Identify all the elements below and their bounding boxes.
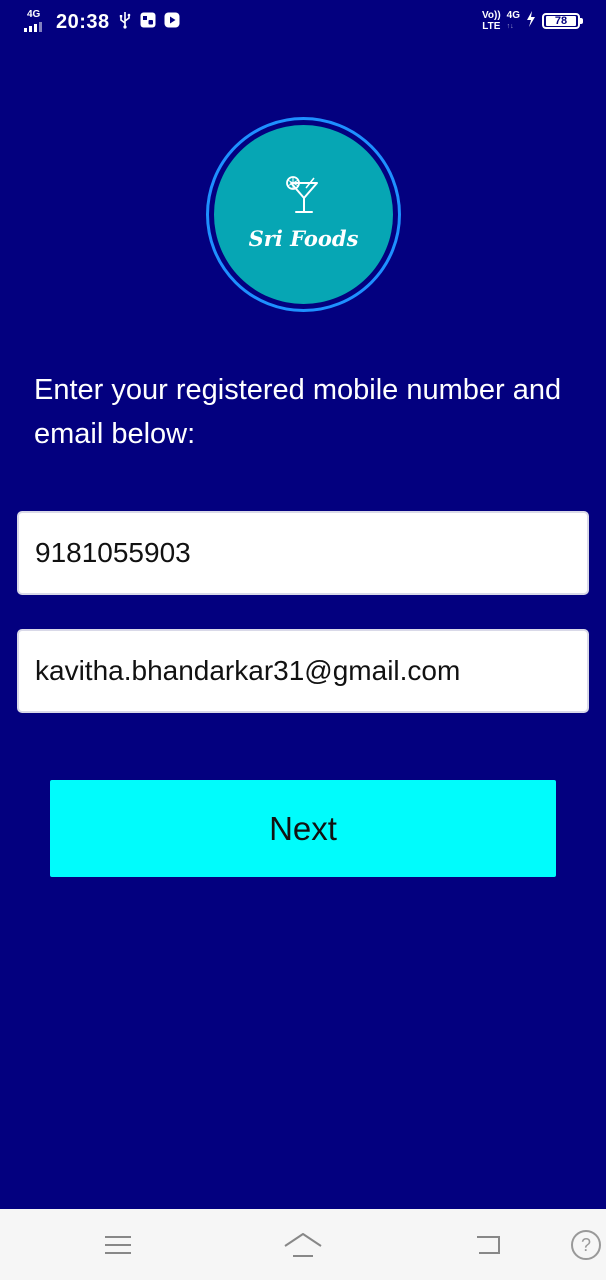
- network-type: 4G: [27, 9, 41, 20]
- battery-icon: 78: [542, 13, 583, 29]
- email-field[interactable]: [17, 629, 589, 713]
- home-icon[interactable]: [283, 1225, 323, 1265]
- data-indicator: 4G ↑↓: [506, 10, 520, 30]
- battery-level: 78: [546, 16, 576, 27]
- menu-icon[interactable]: [98, 1225, 138, 1265]
- brand-name: Sri Foods: [248, 226, 359, 251]
- screen: 4G 20:38 Vo)) LTE 4G ↑↓ 78 Sri Foods Ent…: [0, 0, 606, 1280]
- charging-icon: [526, 10, 536, 32]
- app-notification-icon: [140, 12, 156, 33]
- usb-icon: [118, 11, 132, 34]
- clock: 20:38: [56, 10, 110, 33]
- help-symbol: ?: [581, 1235, 591, 1255]
- youtube-icon: [164, 12, 180, 33]
- instruction-text: Enter your registered mobile number and …: [34, 374, 562, 450]
- mobile-number-field[interactable]: [17, 511, 589, 595]
- volte-icon: Vo)) LTE: [481, 10, 501, 32]
- next-button[interactable]: Next: [50, 780, 556, 877]
- back-icon[interactable]: [468, 1225, 508, 1265]
- navigation-bar: ?: [0, 1209, 606, 1280]
- status-left: 4G 20:38: [24, 10, 180, 34]
- status-bar: 4G 20:38 Vo)) LTE 4G ↑↓ 78: [0, 0, 606, 46]
- cocktail-glass-icon: [284, 174, 322, 216]
- signal-icon: 4G: [24, 10, 48, 34]
- help-icon[interactable]: ?: [568, 1225, 604, 1265]
- status-right: Vo)) LTE 4G ↑↓ 78: [481, 10, 583, 32]
